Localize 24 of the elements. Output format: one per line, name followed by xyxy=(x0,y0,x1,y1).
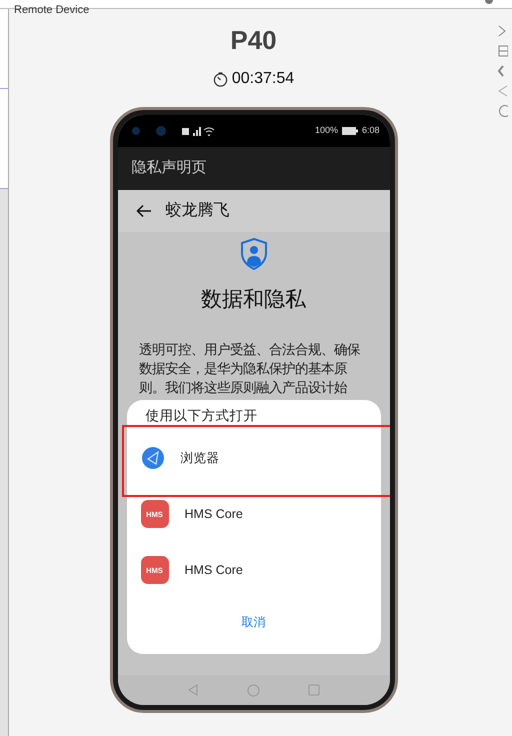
battery-icon xyxy=(342,127,358,135)
back-icon[interactable] xyxy=(498,85,508,97)
page-heading: 数据和隐私 xyxy=(201,287,306,313)
body-text: 透明可控、用户受益、合法合规、确保数据安全，是华为隐私保护的基本原则。我们将这些原则融入产品设计始 xyxy=(139,340,361,396)
back-arrow-icon[interactable] xyxy=(136,204,152,218)
battery-text: 100% xyxy=(314,124,338,138)
dialog-title: 使用以下方式打开 xyxy=(144,407,258,425)
clock-text: 6:08 xyxy=(362,124,380,138)
timer-text: 00:37:54 xyxy=(232,69,294,89)
device-name: P40 xyxy=(230,25,277,55)
globe-icon xyxy=(140,446,164,470)
camera-icon xyxy=(156,126,166,136)
chevron-right-icon[interactable] xyxy=(498,25,506,37)
app-bar-title: 隐私声明页 xyxy=(132,158,206,178)
layout-icon[interactable] xyxy=(498,45,508,57)
page-title: 蛟龙腾飞 xyxy=(166,200,230,221)
signal-icon xyxy=(182,126,214,136)
cancel-button[interactable]: 取消 xyxy=(236,612,272,632)
home-icon[interactable] xyxy=(498,105,508,117)
app-option[interactable]: 浏览器 xyxy=(126,430,380,486)
camera-icon xyxy=(132,127,140,135)
timer-icon xyxy=(212,72,228,86)
window-title: Remote Device xyxy=(14,4,90,16)
shield-person-icon xyxy=(240,238,268,270)
